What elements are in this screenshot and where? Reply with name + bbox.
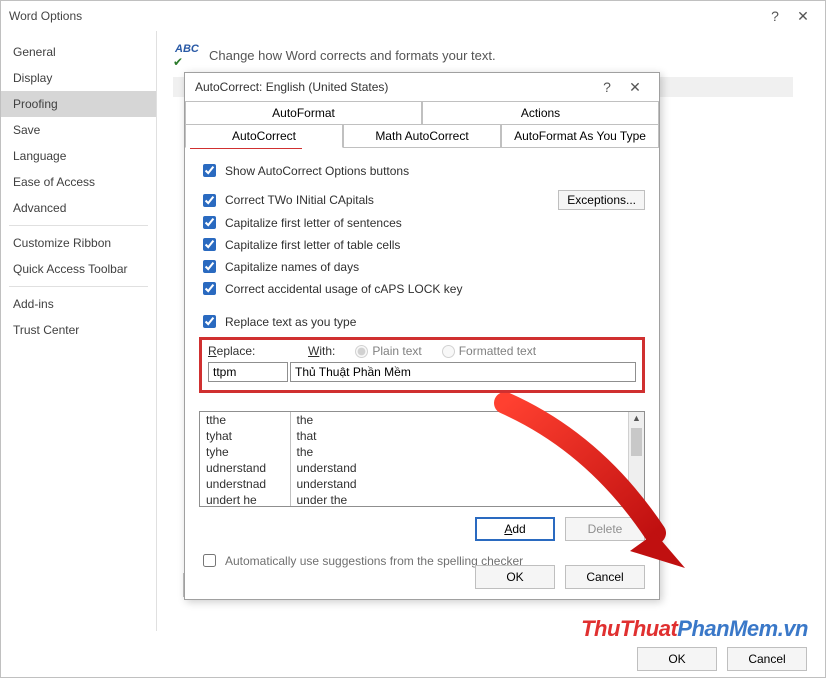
options-footer: OK Cancel (637, 647, 807, 671)
sidebar-separator (9, 286, 148, 287)
replace-as-you-type-checkbox[interactable]: Replace text as you type (199, 312, 356, 331)
options-ok-button[interactable]: OK (637, 647, 717, 671)
tab-row-bottom: AutoCorrect Math AutoCorrect AutoFormat … (185, 125, 659, 148)
capslock-label: Correct accidental usage of cAPS LOCK ke… (225, 282, 462, 296)
sidebar-item-trust-center[interactable]: Trust Center (1, 317, 156, 343)
close-icon[interactable]: ✕ (621, 79, 649, 96)
ac-titlebar: AutoCorrect: English (United States) ? ✕ (185, 73, 659, 101)
cap-table-label: Capitalize first letter of table cells (225, 238, 400, 252)
options-cancel-button[interactable]: Cancel (727, 647, 807, 671)
cap-days-label: Capitalize names of days (225, 260, 359, 274)
sidebar: General Display Proofing Save Language E… (1, 31, 157, 631)
exceptions-button[interactable]: Exceptions... (558, 190, 645, 210)
delete-button[interactable]: Delete (565, 517, 645, 541)
tab-actions[interactable]: Actions (422, 101, 659, 125)
tab-autoformat[interactable]: AutoFormat (185, 101, 422, 125)
options-title: Word Options (9, 9, 761, 23)
auto-suggestions-checkbox[interactable] (203, 554, 216, 567)
show-ac-options-checkbox[interactable]: Show AutoCorrect Options buttons (199, 161, 409, 180)
capitalize-table-cells-checkbox[interactable]: Capitalize first letter of table cells (199, 235, 400, 254)
two-caps-label: Correct TWo INitial CApitals (225, 193, 374, 207)
ac-ok-button[interactable]: OK (475, 565, 555, 589)
sidebar-item-save[interactable]: Save (1, 117, 156, 143)
replace-as-type-label: Replace text as you type (225, 315, 356, 329)
list-item: understnadunderstand (200, 476, 628, 492)
scroll-up-icon[interactable]: ▲ (629, 413, 644, 423)
replace-input[interactable] (208, 362, 288, 382)
ac-cancel-button[interactable]: Cancel (565, 565, 645, 589)
plain-text-radio: Plain text (355, 344, 421, 358)
sidebar-item-ease-of-access[interactable]: Ease of Access (1, 169, 156, 195)
cap-sent-label: Capitalize first letter of sentences (225, 216, 402, 230)
watermark: ThuThuatPhanMem.vn (581, 616, 808, 642)
replace-label: Replace: (208, 344, 288, 358)
with-label: With: (308, 344, 335, 358)
list-item: udnerstandunderstand (200, 460, 628, 476)
ac-body: Show AutoCorrect Options buttons Correct… (185, 148, 659, 580)
tab-autocorrect[interactable]: AutoCorrect (185, 125, 343, 148)
ac-title: AutoCorrect: English (United States) (195, 80, 593, 94)
with-input[interactable] (290, 362, 636, 382)
list-item: tthethe (200, 412, 628, 428)
autocorrect-list[interactable]: tthethe tyhatthat tyhethe udnerstandunde… (199, 411, 645, 507)
scroll-down-icon[interactable]: ▼ (629, 495, 644, 505)
sidebar-item-general[interactable]: General (1, 39, 156, 65)
show-ac-options-label: Show AutoCorrect Options buttons (225, 164, 409, 178)
help-icon[interactable]: ? (593, 79, 621, 95)
highlight-box-replace: Replace: With: Plain text Formatted text (199, 337, 645, 393)
sidebar-separator (9, 225, 148, 226)
sidebar-item-addins[interactable]: Add-ins (1, 291, 156, 317)
add-button[interactable]: Add (475, 517, 555, 541)
help-icon[interactable]: ? (761, 8, 789, 24)
sidebar-item-display[interactable]: Display (1, 65, 156, 91)
options-titlebar: Word Options ? ✕ (1, 1, 825, 31)
caps-lock-checkbox[interactable]: Correct accidental usage of cAPS LOCK ke… (199, 279, 462, 298)
tab-math-autocorrect[interactable]: Math AutoCorrect (343, 125, 501, 148)
sidebar-item-qat[interactable]: Quick Access Toolbar (1, 256, 156, 282)
ac-footer: OK Cancel (475, 565, 645, 589)
scroll-thumb[interactable] (631, 428, 642, 456)
formatted-text-radio: Formatted text (442, 344, 536, 358)
tab-autoformat-as-you-type[interactable]: AutoFormat As You Type (501, 125, 659, 148)
sidebar-item-proofing[interactable]: Proofing (1, 91, 156, 117)
section-heading: Change how Word corrects and formats you… (209, 48, 496, 63)
sidebar-item-advanced[interactable]: Advanced (1, 195, 156, 221)
autocorrect-dialog: AutoCorrect: English (United States) ? ✕… (184, 72, 660, 600)
proofing-icon: ABC✔ (173, 43, 201, 67)
scrollbar[interactable]: ▲ ▼ (628, 412, 644, 506)
two-initial-caps-checkbox[interactable]: Correct TWo INitial CApitals (199, 191, 374, 210)
list-item: tyhatthat (200, 428, 628, 444)
capitalize-days-checkbox[interactable]: Capitalize names of days (199, 257, 359, 276)
capitalize-sentences-checkbox[interactable]: Capitalize first letter of sentences (199, 213, 402, 232)
list-item: tyhethe (200, 444, 628, 460)
sidebar-item-customize-ribbon[interactable]: Customize Ribbon (1, 230, 156, 256)
list-item: undert heunder the (200, 492, 628, 507)
tab-row-top: AutoFormat Actions (185, 101, 659, 125)
sidebar-item-language[interactable]: Language (1, 143, 156, 169)
close-icon[interactable]: ✕ (789, 8, 817, 25)
section-head: ABC✔ Change how Word corrects and format… (173, 43, 809, 67)
